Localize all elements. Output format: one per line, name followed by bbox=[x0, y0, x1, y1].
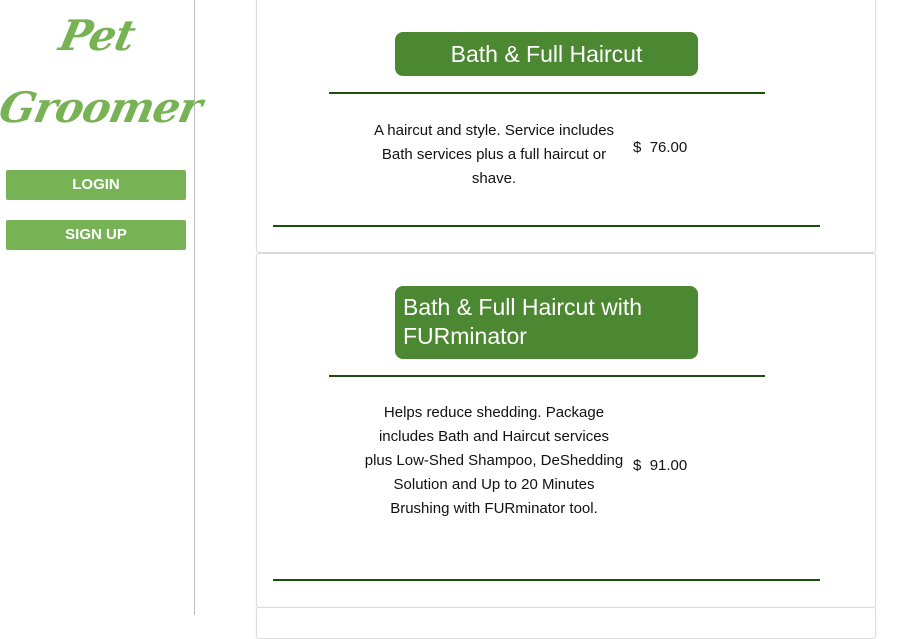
sign-up-button[interactable]: SIGN UP bbox=[6, 220, 186, 250]
service-card bbox=[256, 607, 876, 639]
service-title: Bath & Full Haircut bbox=[395, 32, 698, 76]
price-amount: 76.00 bbox=[649, 139, 688, 156]
service-description: A haircut and style. Service includes Ba… bbox=[373, 122, 615, 187]
logo-line-pet: Pet bbox=[55, 11, 140, 60]
service-card: Bath & Full Haircut A haircut and style.… bbox=[256, 0, 876, 253]
login-button[interactable]: LOGIN bbox=[6, 170, 186, 200]
price-amount: 91.00 bbox=[649, 457, 688, 474]
sidebar: Pet Groomer LOGIN SIGN UP bbox=[0, 0, 206, 615]
card-divider bbox=[273, 225, 820, 227]
service-price: $ 91.00 bbox=[633, 457, 687, 474]
card-divider bbox=[273, 579, 820, 581]
service-price: $ 76.00 bbox=[633, 139, 687, 156]
service-description: Helps reduce shedding. Package includes … bbox=[364, 404, 624, 517]
currency-symbol: $ bbox=[633, 139, 642, 156]
logo-line-groomer: Groomer bbox=[0, 83, 206, 132]
title-divider bbox=[329, 92, 765, 94]
service-card: Bath & Full Haircut with FURminator Help… bbox=[256, 253, 876, 608]
currency-symbol: $ bbox=[633, 457, 642, 474]
pet-groomer-logo[interactable]: Pet Groomer bbox=[0, 10, 206, 134]
services-list: Bath & Full Haircut A haircut and style.… bbox=[195, 0, 905, 639]
title-divider bbox=[329, 375, 765, 377]
service-title: Bath & Full Haircut with FURminator bbox=[395, 286, 698, 359]
